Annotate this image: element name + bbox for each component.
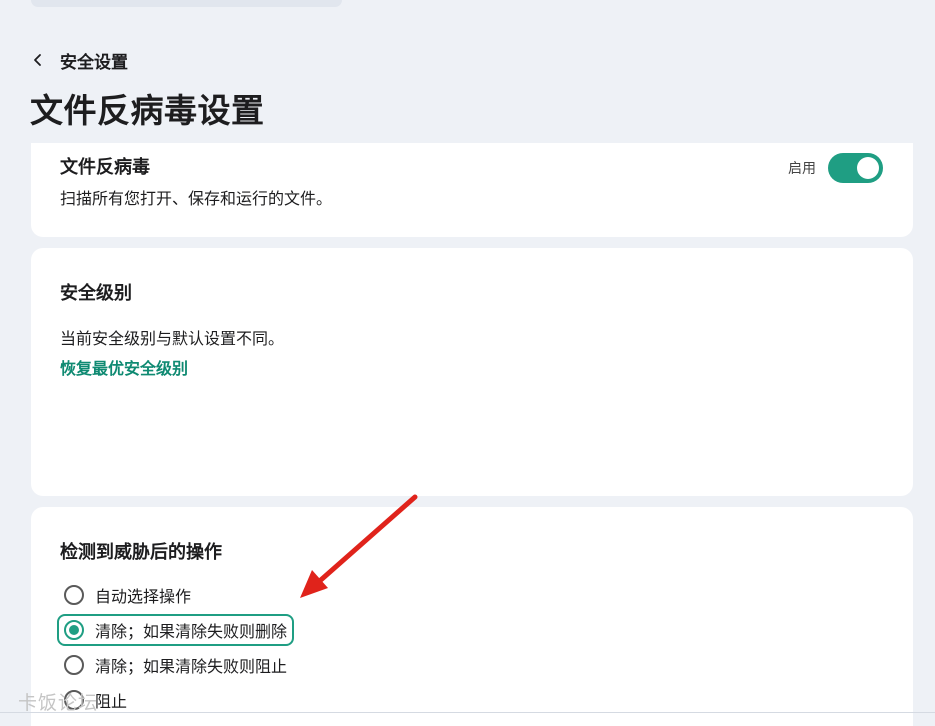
radio-button-icon <box>64 655 84 675</box>
file-antivirus-title: 文件反病毒 <box>60 157 150 178</box>
breadcrumb-back-label: 安全设置 <box>60 52 128 73</box>
radio-button-checked-icon <box>64 620 84 640</box>
action-option-disinfect-delete[interactable]: 清除；如果清除失败则删除 <box>57 614 295 646</box>
chevron-left-icon <box>34 54 41 66</box>
top-panel-edge <box>31 0 342 7</box>
file-antivirus-toggle[interactable] <box>828 153 883 183</box>
action-option-label: 清除；如果清除失败则阻止 <box>95 657 288 676</box>
page-title: 文件反病毒设置 <box>30 91 265 130</box>
threat-actions-card: 检测到威胁后的操作 自动选择操作 清除；如果清除失败则删除 清除；如果清除失败则… <box>31 507 913 726</box>
threat-actions-title: 检测到威胁后的操作 <box>60 542 222 563</box>
security-level-status: 当前安全级别与默认设置不同。 <box>60 329 285 348</box>
file-antivirus-card: 文件反病毒 扫描所有您打开、保存和运行的文件。 启用 <box>31 143 913 237</box>
breadcrumb[interactable]: 安全设置 <box>31 47 128 73</box>
security-level-title: 安全级别 <box>60 283 132 304</box>
action-option-auto[interactable]: 自动选择操作 <box>57 579 198 611</box>
toggle-label: 启用 <box>788 161 816 177</box>
file-antivirus-description: 扫描所有您打开、保存和运行的文件。 <box>60 189 333 208</box>
security-level-card: 安全级别 当前安全级别与默认设置不同。 恢复最优安全级别 <box>31 248 913 496</box>
action-option-label: 阻止 <box>95 692 128 711</box>
bottom-divider <box>0 712 935 713</box>
action-option-label: 清除；如果清除失败则删除 <box>95 622 288 641</box>
action-option-disinfect-block[interactable]: 清除；如果清除失败则阻止 <box>57 649 294 681</box>
toggle-knob <box>857 157 879 179</box>
annotation-arrow-icon <box>300 494 418 598</box>
restore-security-level-link[interactable]: 恢复最优安全级别 <box>60 355 188 379</box>
action-option-label: 自动选择操作 <box>95 587 192 606</box>
file-antivirus-toggle-group: 启用 <box>788 153 883 183</box>
radio-button-icon <box>64 585 84 605</box>
watermark-text: 卡饭论坛 <box>18 692 99 714</box>
